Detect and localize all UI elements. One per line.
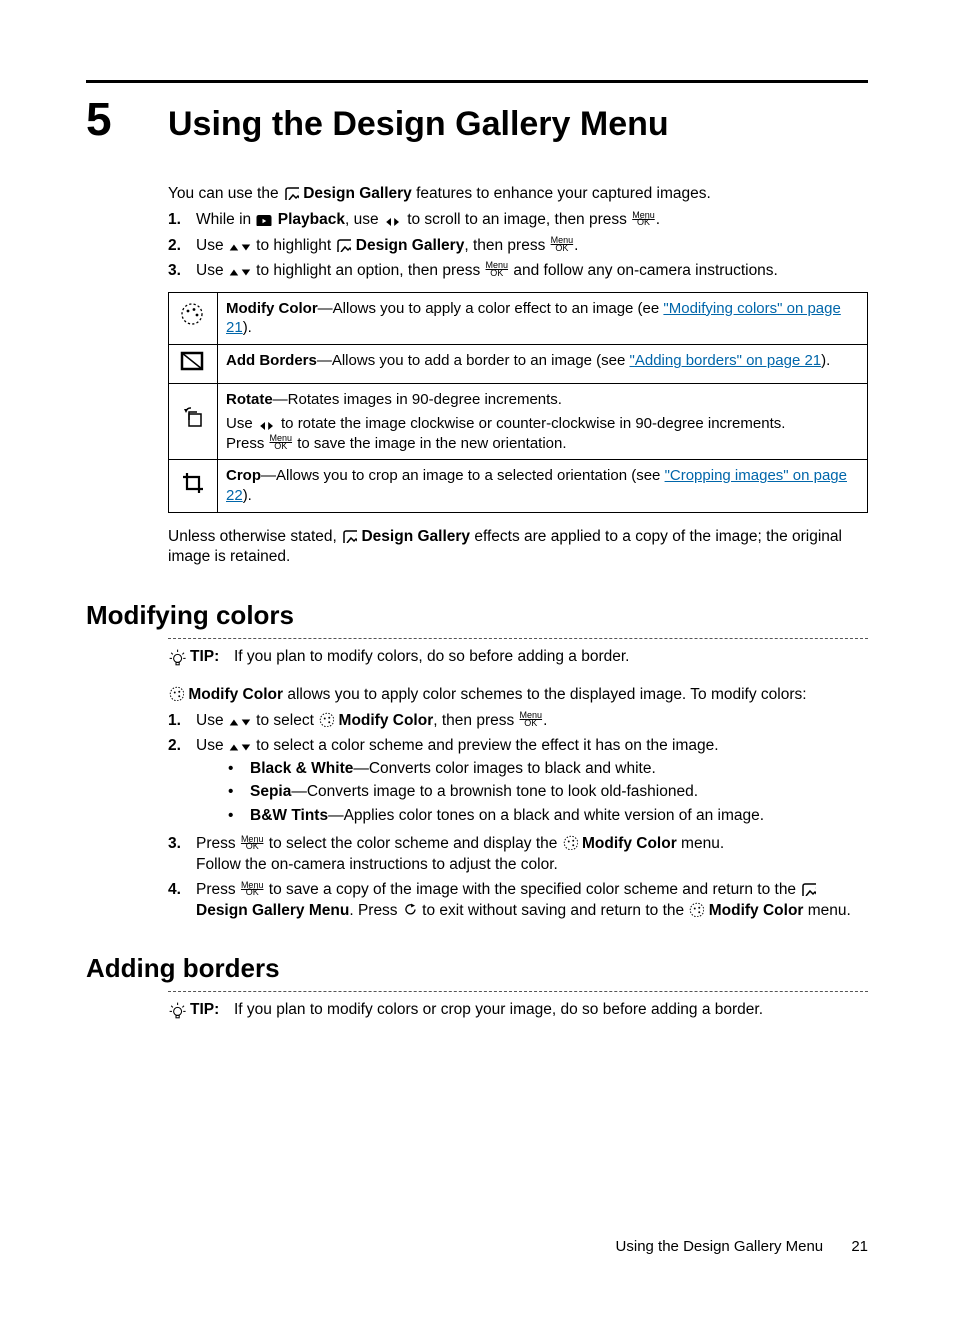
up-arrow-icon	[228, 267, 240, 277]
table-row: Modify Color—Allows you to apply a color…	[169, 292, 868, 345]
table-row: Rotate—Rotates images in 90-degree incre…	[169, 383, 868, 459]
chapter-heading: 5 Using the Design Gallery Menu	[86, 89, 868, 150]
after-table-paragraph: Unless otherwise stated, Design Gallery …	[168, 527, 868, 568]
up-arrow-icon	[228, 717, 240, 727]
adding-borders-link[interactable]: "Adding borders" on page 21	[630, 352, 822, 369]
add-borders-icon	[180, 349, 206, 373]
menu-ok-icon: MenuOK	[486, 262, 509, 277]
menu-ok-icon: MenuOK	[270, 435, 293, 450]
down-arrow-icon	[240, 742, 252, 752]
tip-divider	[168, 991, 868, 992]
section-modifying-colors: Modifying colors	[86, 598, 868, 632]
modify-color-icon	[180, 302, 206, 328]
gallery-icon	[283, 184, 299, 200]
chapter-number: 5	[86, 89, 168, 150]
down-arrow-icon	[240, 267, 252, 277]
tip-divider	[168, 638, 868, 639]
crop-icon	[181, 471, 205, 495]
tip-row: TIP: If you plan to modify colors, do so…	[168, 647, 868, 676]
modify-color-icon	[168, 685, 184, 701]
menu-ok-icon: MenuOK	[241, 836, 264, 851]
back-icon	[402, 903, 418, 917]
down-arrow-icon	[240, 242, 252, 252]
table-row: Crop—Allows you to crop an image to a se…	[169, 460, 868, 513]
top-steps: 1. While in Playback, use to scroll to a…	[168, 210, 868, 281]
feature-table: Modify Color—Allows you to apply a color…	[168, 292, 868, 513]
tip-text: If you plan to modify colors or crop you…	[234, 1000, 763, 1020]
gallery-icon	[341, 527, 357, 543]
playback-icon	[255, 212, 273, 226]
gallery-icon	[335, 236, 351, 252]
mc-intro: Modify Color allows you to apply color s…	[168, 685, 868, 705]
down-arrow-icon	[240, 717, 252, 727]
left-right-arrows-icon	[383, 214, 403, 226]
page-number: 21	[851, 1238, 868, 1255]
menu-ok-icon: MenuOK	[241, 882, 264, 897]
up-arrow-icon	[228, 242, 240, 252]
page-footer: Using the Design Gallery Menu 21	[616, 1237, 868, 1257]
intro-paragraph: You can use the Design Gallery features …	[168, 184, 868, 204]
menu-ok-icon: MenuOK	[551, 237, 574, 252]
tip-icon	[168, 1001, 186, 1023]
gallery-icon	[800, 880, 816, 896]
table-row: Add Borders—Allows you to add a border t…	[169, 345, 868, 384]
tip-text: If you plan to modify colors, do so befo…	[234, 647, 630, 667]
menu-ok-icon: MenuOK	[520, 712, 543, 727]
up-arrow-icon	[228, 742, 240, 752]
modify-color-icon	[688, 901, 704, 917]
mc-steps: 1. Use to select Modify Color, then pres…	[168, 711, 868, 921]
modify-color-icon	[562, 834, 578, 850]
tip-row: TIP: If you plan to modify colors or cro…	[168, 1000, 868, 1029]
left-right-arrows-icon	[257, 418, 277, 430]
design-gallery-label: Design Gallery	[303, 185, 412, 202]
modify-color-icon	[318, 711, 334, 727]
tip-icon	[168, 648, 186, 670]
section-adding-borders: Adding borders	[86, 951, 868, 985]
color-scheme-list: •Black & White—Converts color images to …	[224, 759, 868, 826]
chapter-title: Using the Design Gallery Menu	[168, 102, 669, 147]
rotate-icon	[180, 406, 206, 432]
menu-ok-icon: MenuOK	[632, 212, 655, 227]
chapter-rule	[86, 80, 868, 83]
